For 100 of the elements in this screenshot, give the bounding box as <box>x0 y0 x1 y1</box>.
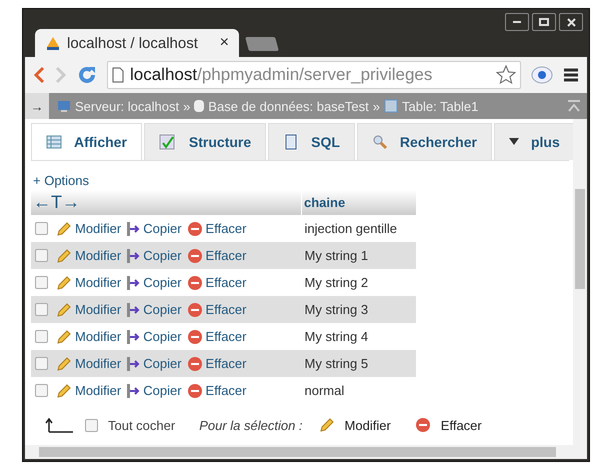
copy-link[interactable]: Copier <box>126 328 182 345</box>
close-button[interactable] <box>559 13 583 31</box>
vertical-scrollbar[interactable] <box>573 119 587 445</box>
copy-link[interactable]: Copier <box>126 302 182 318</box>
table-cell: My string 4 <box>302 323 416 350</box>
maximize-button[interactable] <box>532 13 556 31</box>
star-icon[interactable] <box>496 65 516 85</box>
copy-link[interactable]: Copier <box>126 382 182 399</box>
delete-link[interactable]: Effacer <box>186 356 246 372</box>
row-checkbox[interactable] <box>35 222 48 236</box>
menu-icon[interactable] <box>563 67 579 83</box>
breadcrumb-separator: » <box>372 98 380 114</box>
edit-link[interactable]: Modifier <box>56 274 122 291</box>
table-icon <box>384 99 398 113</box>
menu-tab[interactable]: Afficher <box>31 123 142 160</box>
pencil-icon <box>56 356 72 372</box>
back-icon[interactable] <box>33 66 45 84</box>
delete-icon <box>186 248 203 264</box>
menu-tab[interactable]: SQL <box>268 123 355 160</box>
page-icon <box>112 67 124 83</box>
pencil-icon <box>318 417 335 433</box>
row-checkbox[interactable] <box>35 330 48 344</box>
sort-arrows[interactable]: ←T→ <box>31 190 302 215</box>
delete-icon <box>186 220 203 237</box>
options-link[interactable]: + Options <box>33 173 569 188</box>
check-all-checkbox[interactable] <box>85 418 98 432</box>
pencil-icon <box>56 328 72 345</box>
copy-icon <box>126 274 140 291</box>
edit-link[interactable]: Modifier <box>56 328 122 345</box>
caret-icon <box>508 138 519 146</box>
delete-icon <box>186 328 203 345</box>
edit-link[interactable]: Modifier <box>56 248 122 264</box>
table-cell: normal <box>302 377 416 404</box>
minimize-button[interactable] <box>505 13 529 31</box>
minimize-icon <box>513 21 521 23</box>
tab-title: localhost / localhost <box>67 34 199 52</box>
address-field[interactable]: localhost/phpmyadmin/server_privileges <box>107 61 521 89</box>
row-checkbox[interactable] <box>35 357 48 370</box>
pencil-icon <box>56 274 72 291</box>
edit-link[interactable]: Modifier <box>56 356 122 372</box>
reload-icon[interactable] <box>77 65 97 85</box>
delete-link[interactable]: Effacer <box>186 220 246 237</box>
menu-tab[interactable]: Rechercher <box>356 123 492 160</box>
selection-label: Pour la sélection : <box>199 418 303 432</box>
browser-tab[interactable]: localhost / localhost × <box>35 29 239 57</box>
copy-icon <box>126 220 140 237</box>
menu-tab[interactable]: plus <box>494 123 575 160</box>
forward-icon[interactable] <box>55 66 67 84</box>
check-all-label[interactable]: Tout cocher <box>108 418 176 432</box>
table-cell: injection gentille <box>302 215 416 242</box>
copy-link[interactable]: Copier <box>126 220 182 237</box>
arrow-up-icon <box>45 417 75 433</box>
row-checkbox[interactable] <box>35 249 48 262</box>
sidebar-toggle[interactable]: → <box>25 93 49 119</box>
column-header[interactable]: chaine <box>302 190 416 215</box>
copy-icon <box>126 302 140 318</box>
copy-icon <box>126 356 140 372</box>
breadcrumb-separator: » <box>183 98 190 114</box>
delete-link[interactable]: Effacer <box>186 248 246 264</box>
delete-icon <box>186 356 203 372</box>
delete-icon <box>186 382 203 399</box>
structure-icon <box>158 134 177 150</box>
delete-link[interactable]: Effacer <box>186 274 246 291</box>
delete-icon <box>414 417 431 433</box>
server-icon <box>57 99 71 113</box>
bulk-delete-button[interactable]: Effacer <box>414 417 482 433</box>
pencil-icon <box>56 220 72 237</box>
new-tab-button[interactable] <box>245 37 279 51</box>
edit-link[interactable]: Modifier <box>56 220 122 237</box>
delete-link[interactable]: Effacer <box>186 382 246 399</box>
url-text: localhost/phpmyadmin/server_privileges <box>130 65 434 85</box>
pencil-icon <box>56 248 72 264</box>
horizontal-scrollbar[interactable] <box>25 445 587 459</box>
delete-link[interactable]: Effacer <box>186 302 246 318</box>
copy-icon <box>126 328 140 345</box>
copy-link[interactable]: Copier <box>126 274 182 291</box>
row-checkbox[interactable] <box>35 276 48 290</box>
search-icon <box>372 134 388 150</box>
delete-icon <box>186 302 203 318</box>
database-icon <box>194 99 204 113</box>
row-checkbox[interactable] <box>35 303 48 316</box>
edit-link[interactable]: Modifier <box>56 302 122 318</box>
table-cell: My string 3 <box>302 296 416 323</box>
close-icon <box>566 18 576 26</box>
bulk-edit-button[interactable]: Modifier <box>318 417 391 433</box>
collapse-icon[interactable] <box>567 100 581 112</box>
copy-link[interactable]: Copier <box>126 356 182 372</box>
copy-icon <box>126 382 140 399</box>
copy-icon <box>126 248 140 264</box>
edit-link[interactable]: Modifier <box>56 382 122 399</box>
table-cell: My string 1 <box>302 242 416 269</box>
delete-link[interactable]: Effacer <box>186 328 246 345</box>
copy-link[interactable]: Copier <box>126 248 182 264</box>
table-icon <box>46 134 62 150</box>
table-cell: My string 2 <box>302 269 416 296</box>
menu-tab[interactable]: Structure <box>144 123 266 160</box>
logo-icon <box>45 35 61 51</box>
row-checkbox[interactable] <box>35 384 48 398</box>
pencil-icon <box>56 382 72 399</box>
tab-close-button[interactable]: × <box>220 34 229 52</box>
